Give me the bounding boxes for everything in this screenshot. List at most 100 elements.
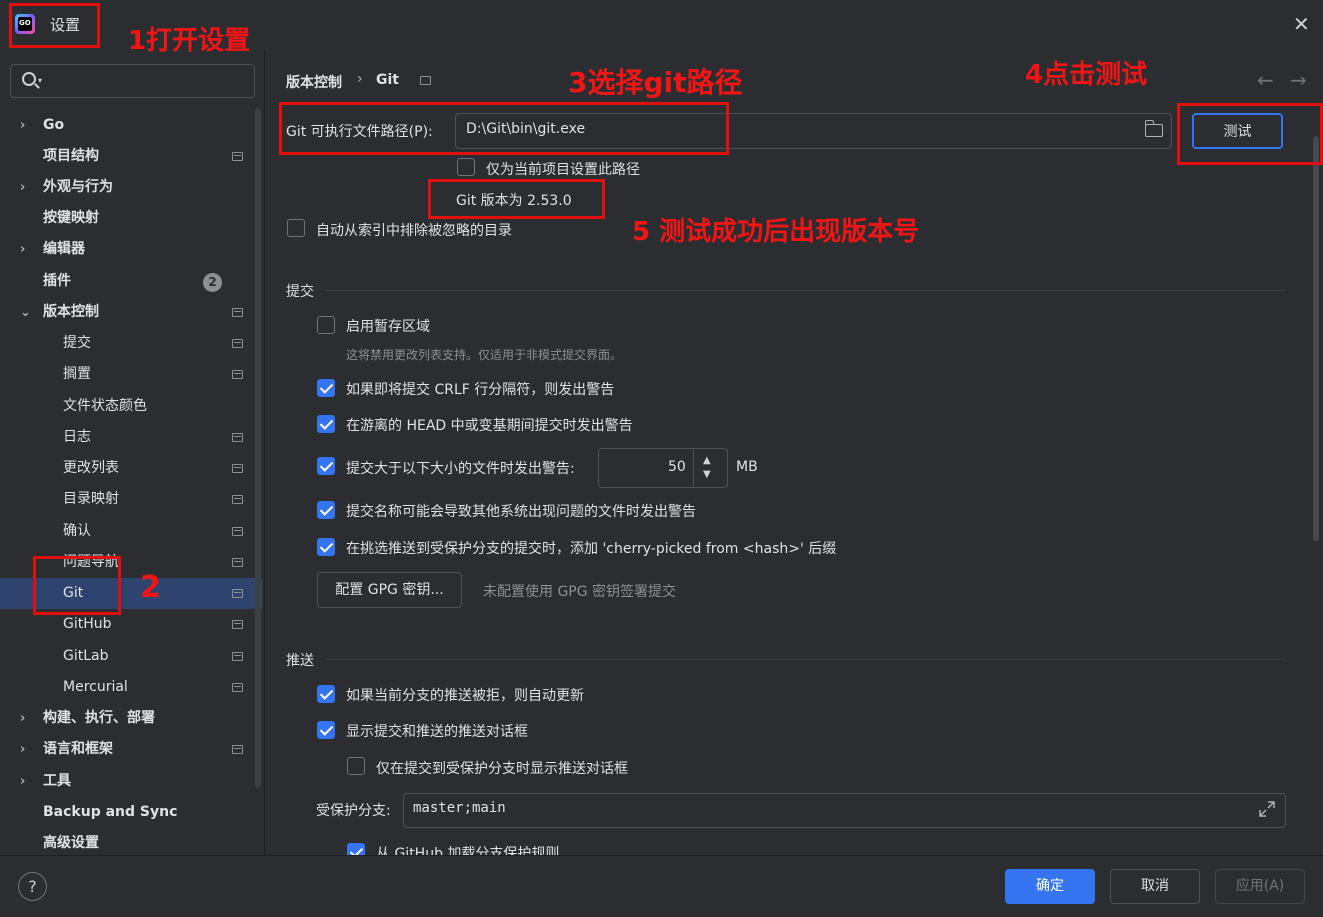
sidebar-item[interactable]: GitLab xyxy=(0,641,262,672)
breadcrumb-separator: › xyxy=(357,71,363,87)
sidebar-item-label: 版本控制 xyxy=(43,304,99,320)
sidebar-item-label: 提交 xyxy=(63,335,91,351)
section-divider xyxy=(325,659,1285,660)
project-scope-icon xyxy=(232,464,243,473)
sidebar-item[interactable]: › 外观与行为 xyxy=(0,172,262,203)
annotation-step4: 4点击测试 xyxy=(1025,60,1148,90)
breadcrumb-parent[interactable]: 版本控制 xyxy=(286,72,342,92)
sidebar-item[interactable]: › 构建、执行、部署 xyxy=(0,703,262,734)
annotation-step5: 5 测试成功后出现版本号 xyxy=(632,217,920,247)
chevron-right-icon[interactable]: › xyxy=(20,110,25,141)
cherry-pick-label: 在挑选推送到受保护分支的提交时，添加 'cherry-picked from <… xyxy=(346,541,837,557)
annotation-box-5 xyxy=(428,179,605,219)
annotation-box-4 xyxy=(1177,103,1323,165)
auto-update-label: 如果当前分支的推送被拒，则自动更新 xyxy=(346,688,584,704)
chevron-right-icon[interactable]: › xyxy=(20,766,25,797)
sidebar-item-label: 外观与行为 xyxy=(43,179,113,195)
bad-names-checkbox[interactable] xyxy=(317,501,335,519)
sidebar-item-label: 项目结构 xyxy=(43,148,99,164)
sidebar-item[interactable]: › Go xyxy=(0,110,262,141)
chevron-right-icon[interactable]: › xyxy=(20,734,25,765)
commit-section-title: 提交 xyxy=(286,284,314,300)
sidebar-item-label: 构建、执行、部署 xyxy=(43,710,155,726)
staging-checkbox[interactable] xyxy=(317,316,335,334)
section-divider xyxy=(325,290,1285,291)
annotation-step3: 3选择git路径 xyxy=(568,66,743,99)
sidebar-item[interactable]: 文件状态颜色 xyxy=(0,391,262,422)
main-scrollbar[interactable] xyxy=(1313,136,1319,541)
auto-update-checkbox[interactable] xyxy=(317,685,335,703)
project-scope-icon xyxy=(232,527,243,536)
sidebar-item-label: 工具 xyxy=(43,773,71,789)
project-scope-icon xyxy=(420,76,431,85)
sidebar-item[interactable]: 更改列表 xyxy=(0,453,262,484)
large-file-unit: MB xyxy=(736,459,758,475)
sidebar-item[interactable]: 目录映射 xyxy=(0,484,262,515)
project-scope-icon xyxy=(232,495,243,504)
sidebar-item[interactable]: Backup and Sync xyxy=(0,797,262,828)
chevron-right-icon[interactable]: › xyxy=(20,703,25,734)
sidebar-item[interactable]: 日志 xyxy=(0,422,262,453)
apply-button[interactable]: 应用(A) xyxy=(1215,869,1305,904)
sidebar-item[interactable]: Mercurial xyxy=(0,672,262,703)
cancel-button[interactable]: 取消 xyxy=(1110,869,1200,904)
cherry-pick-checkbox[interactable] xyxy=(317,538,335,556)
sidebar-item[interactable]: › 语言和框架 xyxy=(0,734,262,765)
chevron-down-icon[interactable]: ▾ xyxy=(38,76,42,85)
help-icon[interactable]: ? xyxy=(18,872,47,901)
folder-icon[interactable] xyxy=(1145,120,1163,137)
configure-gpg-button[interactable]: 配置 GPG 密钥... xyxy=(317,572,462,608)
stepper-down-icon[interactable]: ▼ xyxy=(703,469,711,480)
close-icon[interactable]: ✕ xyxy=(1293,13,1310,35)
sidebar-item[interactable]: 项目结构 xyxy=(0,141,262,172)
project-scope-icon xyxy=(232,308,243,317)
size-stepper[interactable]: ▲ ▼ xyxy=(693,449,727,487)
stepper-up-icon[interactable]: ▲ xyxy=(703,455,711,466)
annotation-step1: 1打开设置 xyxy=(128,26,251,56)
exclude-ignored-label: 自动从索引中排除被忽略的目录 xyxy=(316,223,512,239)
protected-only-checkbox[interactable] xyxy=(347,757,365,775)
project-scope-icon xyxy=(232,152,243,161)
sidebar-item[interactable]: ⌄ 版本控制 xyxy=(0,297,262,328)
project-scope-icon xyxy=(232,589,243,598)
detached-head-label: 在游离的 HEAD 中或变基期间提交时发出警告 xyxy=(346,418,633,434)
crlf-checkbox[interactable] xyxy=(317,379,335,397)
sidebar-item-label: 日志 xyxy=(63,429,91,445)
sidebar-item[interactable]: 按键映射 xyxy=(0,203,262,234)
crlf-label: 如果即将提交 CRLF 行分隔符，则发出警告 xyxy=(346,382,615,398)
chevron-right-icon[interactable]: › xyxy=(20,172,25,203)
project-scope-icon xyxy=(232,745,243,754)
sidebar-item-label: Mercurial xyxy=(63,679,128,695)
show-push-dialog-checkbox[interactable] xyxy=(317,721,335,739)
protected-only-label: 仅在提交到受保护分支时显示推送对话框 xyxy=(376,761,628,777)
sidebar-item[interactable]: 搁置 xyxy=(0,359,262,390)
project-scope-icon xyxy=(232,620,243,629)
protected-branches-field[interactable] xyxy=(403,793,1286,828)
sidebar-item-label: 搁置 xyxy=(63,366,91,382)
project-scope-icon xyxy=(232,683,243,692)
protected-branches-label: 受保护分支: xyxy=(316,803,391,819)
search-input[interactable] xyxy=(10,64,255,98)
detached-head-checkbox[interactable] xyxy=(317,415,335,433)
back-arrow-icon[interactable]: ← xyxy=(1257,68,1274,92)
staging-label: 启用暂存区域 xyxy=(346,319,430,335)
sidebar-item[interactable]: 提交 xyxy=(0,328,262,359)
chevron-down-icon[interactable]: ⌄ xyxy=(20,297,31,328)
ok-button[interactable]: 确定 xyxy=(1005,869,1095,904)
sidebar-item[interactable]: › 工具 xyxy=(0,766,262,797)
sidebar-scrollbar[interactable] xyxy=(255,108,261,788)
forward-arrow-icon[interactable]: → xyxy=(1290,68,1307,92)
sidebar-item[interactable]: 确认 xyxy=(0,516,262,547)
large-file-checkbox[interactable] xyxy=(317,457,335,475)
chevron-right-icon[interactable]: › xyxy=(20,234,25,265)
exclude-ignored-checkbox[interactable] xyxy=(287,219,305,237)
project-scope-icon xyxy=(232,558,243,567)
annotation-step2: 2 xyxy=(140,570,161,605)
sidebar-item-label: 更改列表 xyxy=(63,460,119,476)
sidebar-item[interactable]: 插件 2 xyxy=(0,266,262,297)
large-file-size-value: 50 xyxy=(668,459,686,475)
project-only-checkbox[interactable] xyxy=(457,158,475,176)
project-only-label: 仅为当前项目设置此路径 xyxy=(486,162,640,178)
sidebar-item[interactable]: › 编辑器 xyxy=(0,234,262,265)
expand-icon[interactable] xyxy=(1258,800,1276,818)
